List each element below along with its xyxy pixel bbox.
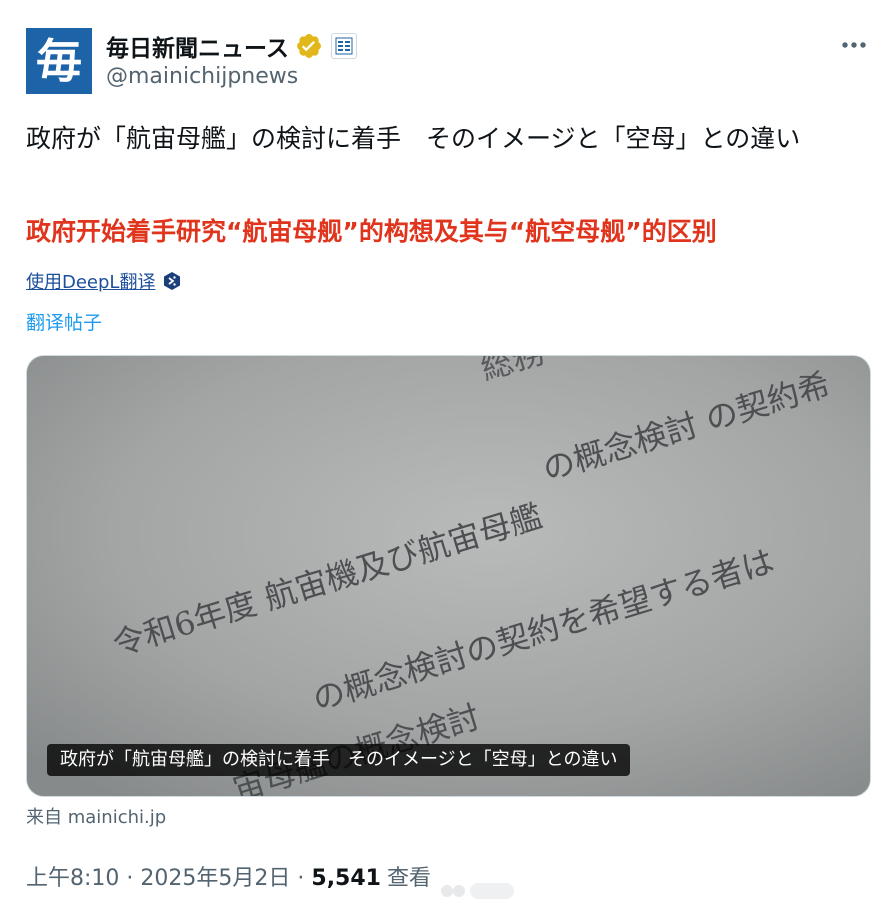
avatar[interactable]: 毎 [26, 28, 92, 94]
tweet-meta: 上午8:10 · 2025年5月2日 · 5,541 查看 [26, 860, 431, 892]
author-name-row: 毎日新聞ニュース [106, 30, 357, 62]
verified-badge-icon[interactable] [295, 32, 323, 60]
deepl-translate-label: 使用DeepL翻译 [26, 272, 156, 293]
overlay-translation-text: 政府开始着手研究“航宙母舰”的构想及其与“航空母舰”的区别 [26, 217, 717, 246]
avatar-logo-glyph: 毎 [36, 34, 82, 88]
media-caption: 政府が「航宙母艦」の検討に着手 そのイメージと「空母」との違い [47, 744, 631, 776]
more-horizontal-icon [842, 42, 866, 48]
post-date[interactable]: 2025年5月2日 [140, 860, 290, 892]
deepl-translate-link[interactable]: 使用DeepL翻译 [26, 268, 182, 294]
translate-post-link[interactable]: 翻译帖子 [26, 308, 102, 335]
watermark-logo-icon [441, 883, 514, 899]
affiliate-logo-icon [335, 37, 353, 55]
views-count: 5,541 [311, 866, 381, 891]
affiliate-badge-icon[interactable] [330, 33, 357, 59]
views-label: 查看 [386, 866, 431, 891]
tweet-text: 政府が「航宙母艦」の検討に着手 そのイメージと「空母」との違い [26, 124, 801, 153]
media-card[interactable]: 総務 の概念検討 の契約希 令和6年度 航宙機及び航宙母艦 の概念検討の契約を希… [26, 355, 871, 797]
article-photo: 総務 の概念検討 の契約希 令和6年度 航宙機及び航宙母艦 の概念検討の契約を希… [27, 356, 870, 796]
source-link[interactable]: 来自 mainichi.jp [26, 803, 166, 829]
author-handle[interactable]: @mainichijpnews [106, 64, 298, 89]
meta-separator: · [126, 866, 134, 891]
display-name[interactable]: 毎日新聞ニュース [106, 29, 289, 63]
meta-separator: · [297, 866, 305, 891]
more-options-button[interactable] [834, 30, 874, 60]
post-time[interactable]: 上午8:10 [26, 860, 119, 892]
deepl-logo-icon [164, 272, 181, 290]
